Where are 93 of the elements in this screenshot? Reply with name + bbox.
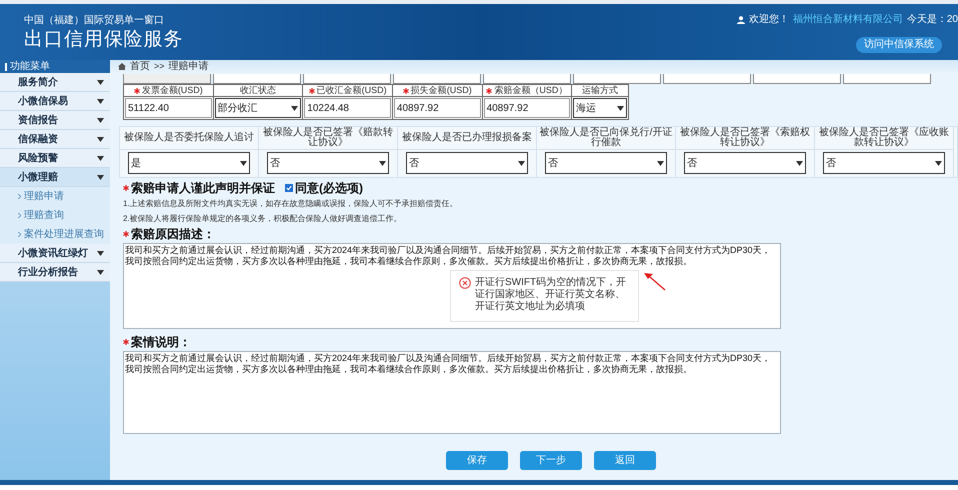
select-field[interactable]: 是 <box>128 152 250 174</box>
question-label: 被保险人是否委托保险人追讨 <box>124 133 254 143</box>
caret-icon <box>97 250 104 256</box>
breadcrumb-link[interactable]: 首页 <box>130 62 150 72</box>
asterisk-icon <box>134 88 140 94</box>
asterisk-icon <box>402 88 409 94</box>
error-icon <box>459 277 471 289</box>
checkbox[interactable] <box>285 184 293 192</box>
asterisk-icon <box>308 88 315 94</box>
select-field[interactable]: 否 <box>267 152 389 174</box>
menu-label: 行业分析报告 <box>18 266 78 280</box>
caret-icon <box>97 118 104 122</box>
select-value: 否 <box>687 156 697 170</box>
column-header: 发票金额(USD) <box>142 86 203 95</box>
caret-icon <box>97 136 104 142</box>
menu-item[interactable]: 小微资讯红绿灯 <box>0 244 110 263</box>
question-label: 被保险人是否已办理报损备案 <box>402 133 532 143</box>
agree-label[interactable]: 同意(必选项) <box>295 181 363 195</box>
select-value: 否 <box>270 156 280 170</box>
site-subtitle: 中国（福建）国际贸易单一窗口 <box>24 16 165 26</box>
menu-item[interactable]: 小微信保易 <box>0 92 110 111</box>
breadcrumb-separator: >> <box>154 62 165 71</box>
menu-item[interactable]: 资信报告 <box>0 111 110 130</box>
caret-icon <box>97 98 104 104</box>
chevron-icon <box>18 232 21 237</box>
caret-icon <box>97 174 104 180</box>
caret-icon <box>518 160 525 166</box>
menu-title: 功能菜单 <box>10 62 50 72</box>
menu-item[interactable]: 行业分析报告 <box>0 263 110 282</box>
user-icon <box>736 16 745 24</box>
declaration-note: 1.上述索赔信息及所附文件均真实无误，如存在故意隐瞒或误报，保险人可不予承担赔偿责任。 <box>123 199 459 209</box>
select-field[interactable]: 海运 <box>573 98 627 118</box>
menu-label: 小微理赔 <box>18 170 58 184</box>
caret-icon <box>97 270 104 274</box>
column-header: 索赔金额（USD） <box>494 86 568 95</box>
question-label: 被保险人是否已签署《应收账款转让协议》 <box>818 128 950 148</box>
date-text: 今天是：20 <box>906 13 958 27</box>
caret-icon <box>240 160 247 166</box>
select-value: 海运 <box>576 102 596 116</box>
question-label: 被保险人是否已签署《赔款转让协议》 <box>262 128 394 148</box>
home-icon <box>118 63 126 70</box>
site-title: 出口信用保险服务 <box>24 28 184 52</box>
select-field[interactable]: 否 <box>823 152 945 174</box>
breadcrumb-current: 理赔申请 <box>168 62 209 72</box>
menu-item[interactable]: 服务简介 <box>0 73 110 92</box>
reason-label: 索赔原因描述： <box>131 227 215 241</box>
caret-icon <box>379 160 386 166</box>
menu-item[interactable]: 信保融资 <box>0 130 110 149</box>
declaration-label: 索赔申请人谨此声明并保证 <box>131 181 275 195</box>
error-message: 开证行SWIFT码为空的情况下，开证行国家地区、开证行英文名称、开证行英文地址为必填项 <box>475 277 628 314</box>
text-area[interactable]: 我司和买方之前通过展会认识，经过前期沟通，买方2024年来我司验厂以及沟通合同细节。后续开始贸易，买方之前付款正常，本案项下合同支付方式为DP30天，我司按照合同约定出运货物，买方多次以各种理由拖延，我司本着继续合作原则，多次催款。买方后续提出价格折让，多次协商无果，故报损。 <box>123 351 781 434</box>
question-label: 被保险人是否已签署《索赔权转让协议》 <box>679 128 811 148</box>
select-field[interactable]: 否 <box>406 152 528 174</box>
declaration-note: 2.被保险人将履行保险单规定的各项义务，积极配合保险人做好调查追偿工作。 <box>123 214 403 224</box>
case-label: 案情说明： <box>131 335 191 349</box>
column-header: 已收汇金额(USD) <box>316 86 387 95</box>
welcome-text: 欢迎您！ <box>748 12 789 27</box>
caret-icon <box>796 160 803 166</box>
input-field[interactable]: 40897.92 <box>484 98 570 118</box>
select-value: 否 <box>826 156 836 170</box>
menu-item[interactable]: 小微理赔 <box>0 168 110 187</box>
menu-label: 资信报告 <box>18 114 58 128</box>
select-value: 是 <box>131 156 141 170</box>
question-label: 被保险人是否已向保兑行/开证行催款 <box>539 128 673 148</box>
menu-label: 小微信保易 <box>18 94 68 108</box>
select-field[interactable]: 否 <box>545 152 667 174</box>
select-field[interactable]: 部分收汇 <box>214 98 302 118</box>
caret-icon <box>97 156 104 160</box>
caret-icon <box>616 106 624 110</box>
menu-label: 小微资讯红绿灯 <box>18 246 88 260</box>
input-field[interactable]: 51122.40 <box>125 98 212 118</box>
arrow-annotation <box>644 273 666 291</box>
column-header: 损失金额(USD) <box>410 86 472 95</box>
menu-item[interactable]: 风险预警 <box>0 149 110 168</box>
column-header: 收汇状态 <box>240 86 276 95</box>
select-value: 否 <box>548 156 558 170</box>
caret-icon <box>935 160 942 166</box>
chevron-icon <box>18 194 21 199</box>
select-value: 部分收汇 <box>218 102 258 116</box>
menu-label: 风险预警 <box>18 152 58 166</box>
input-field[interactable]: 40897.92 <box>394 98 481 118</box>
select-value: 否 <box>409 156 419 170</box>
column-header: 运输方式 <box>582 86 618 95</box>
input-field[interactable]: 10224.48 <box>304 98 391 118</box>
select-field[interactable]: 否 <box>684 152 806 174</box>
caret-icon <box>291 106 298 110</box>
asterisk-icon <box>486 88 492 94</box>
menu-label: 信保融资 <box>18 132 58 146</box>
caret-icon <box>97 80 104 84</box>
menu-label: 服务简介 <box>18 76 58 90</box>
company-link[interactable]: 福州恒合新材料有限公司 <box>792 12 903 27</box>
caret-icon <box>657 160 664 166</box>
chevron-icon <box>18 213 21 218</box>
